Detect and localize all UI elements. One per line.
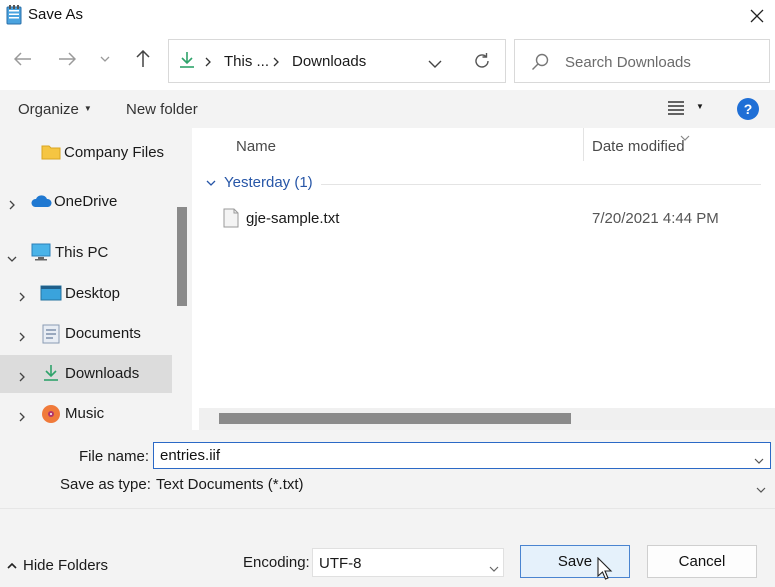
search-input[interactable]: Search Downloads xyxy=(514,39,770,83)
expand-chevron-icon[interactable] xyxy=(9,197,15,214)
file-name: gje-sample.txt xyxy=(246,210,340,227)
folder-icon xyxy=(41,143,61,165)
chevron-down-icon xyxy=(489,559,499,576)
hide-folders-label: Hide Folders xyxy=(23,557,109,574)
caret-up-icon xyxy=(7,562,17,569)
sidebar-item-downloads[interactable]: Downloads xyxy=(0,355,172,393)
recent-locations-chevron-icon[interactable] xyxy=(90,44,120,74)
view-options-icon[interactable] xyxy=(668,101,684,119)
monitor-icon xyxy=(31,243,51,265)
navigation-scrollbar-thumb[interactable] xyxy=(177,207,187,306)
breadcrumb-chevron-icon xyxy=(273,54,279,71)
search-icon xyxy=(531,53,549,75)
address-history-chevron-icon[interactable] xyxy=(428,55,442,72)
encoding-select[interactable]: UTF-8 xyxy=(312,548,504,577)
sidebar-item-label: Music xyxy=(65,405,105,422)
file-list-scrollbar-thumb[interactable] xyxy=(219,413,571,424)
organize-button[interactable]: Organize ▼ xyxy=(18,101,92,118)
column-header-name[interactable]: Name xyxy=(236,138,276,155)
save-as-type-label: Save as type: xyxy=(60,476,151,493)
cancel-button[interactable]: Cancel xyxy=(647,545,757,578)
sidebar-item-label: OneDrive xyxy=(54,193,118,210)
desktop-icon xyxy=(40,284,62,306)
file-name-label: File name: xyxy=(79,448,150,465)
column-header-date-modified[interactable]: Date modified xyxy=(592,138,685,155)
file-name-field[interactable] xyxy=(153,442,771,469)
column-divider[interactable] xyxy=(583,128,584,161)
sidebar-item-company-files[interactable]: Company Files xyxy=(0,134,172,172)
chevron-down-icon[interactable] xyxy=(754,451,764,468)
expand-chevron-icon[interactable] xyxy=(19,409,25,426)
encoding-label: Encoding: xyxy=(243,554,310,571)
sidebar-item-label: Desktop xyxy=(65,285,121,302)
title-bar: Save As xyxy=(0,0,775,32)
collapse-chevron-icon xyxy=(206,180,216,186)
cloud-icon xyxy=(30,194,52,212)
sidebar-item-label: Downloads xyxy=(65,365,140,382)
mouse-pointer-icon xyxy=(597,556,613,585)
expand-chevron-icon[interactable] xyxy=(19,289,25,306)
sidebar-item-this-pc[interactable]: This PC xyxy=(0,234,172,272)
group-divider xyxy=(321,184,761,185)
caret-down-icon: ▼ xyxy=(83,104,92,113)
forward-arrow-icon[interactable] xyxy=(52,44,82,74)
text-file-icon xyxy=(223,208,239,232)
command-bar: Organize ▼ New folder ▼ xyxy=(0,90,775,128)
up-arrow-icon[interactable] xyxy=(128,44,158,74)
caret-down-icon[interactable]: ▼ xyxy=(696,102,704,111)
breadcrumb-this-pc[interactable]: This ... xyxy=(224,53,269,70)
encoding-value: UTF-8 xyxy=(319,555,362,572)
sidebar-item-label: This PC xyxy=(55,244,109,261)
sidebar-item-label: Company Files xyxy=(64,144,165,161)
back-arrow-icon[interactable] xyxy=(8,44,38,74)
download-icon xyxy=(179,51,195,73)
group-header-label: Yesterday (1) xyxy=(224,174,313,191)
file-date-modified: 7/20/2021 4:44 PM xyxy=(592,210,719,227)
new-folder-button[interactable]: New folder xyxy=(126,101,198,118)
chevron-down-icon[interactable] xyxy=(756,480,766,497)
save-as-type-select[interactable]: Text Documents (*.txt) xyxy=(156,476,304,493)
download-icon xyxy=(43,364,59,386)
group-header-yesterday[interactable]: Yesterday (1) xyxy=(206,174,313,191)
refresh-icon[interactable] xyxy=(473,52,491,74)
sidebar-item-onedrive[interactable]: OneDrive xyxy=(0,183,172,221)
search-placeholder: Search Downloads xyxy=(565,54,691,71)
file-list: Name Date modified Yesterday (1) gje-sam… xyxy=(193,128,775,430)
close-icon[interactable] xyxy=(738,0,775,32)
sidebar-item-desktop[interactable]: Desktop xyxy=(0,275,172,313)
organize-label: Organize xyxy=(18,101,79,118)
window-title: Save As xyxy=(28,6,84,23)
file-row[interactable]: gje-sample.txt 7/20/2021 4:44 PM xyxy=(215,202,755,236)
notepad-icon xyxy=(6,5,22,25)
collapse-chevron-icon[interactable] xyxy=(7,249,17,266)
divider xyxy=(0,508,775,509)
hide-folders-button[interactable]: Hide Folders xyxy=(7,557,108,574)
expand-chevron-icon[interactable] xyxy=(19,369,25,386)
help-icon[interactable]: ? xyxy=(737,98,759,120)
navigation-bar: This ... Downloads Search Downloads xyxy=(0,32,775,90)
address-bar[interactable]: This ... Downloads xyxy=(168,39,506,83)
music-icon xyxy=(41,404,61,428)
sidebar-item-documents[interactable]: Documents xyxy=(0,315,172,353)
sidebar-item-label: Documents xyxy=(65,325,141,342)
breadcrumb-chevron-icon xyxy=(205,54,211,71)
documents-icon xyxy=(42,324,60,348)
sidebar-item-music[interactable]: Music xyxy=(0,395,172,430)
breadcrumb-downloads[interactable]: Downloads xyxy=(292,53,366,70)
navigation-pane: Company Files OneDrive This PC Desktop D… xyxy=(0,128,192,430)
save-button[interactable]: Save xyxy=(520,545,630,578)
expand-chevron-icon[interactable] xyxy=(19,329,25,346)
